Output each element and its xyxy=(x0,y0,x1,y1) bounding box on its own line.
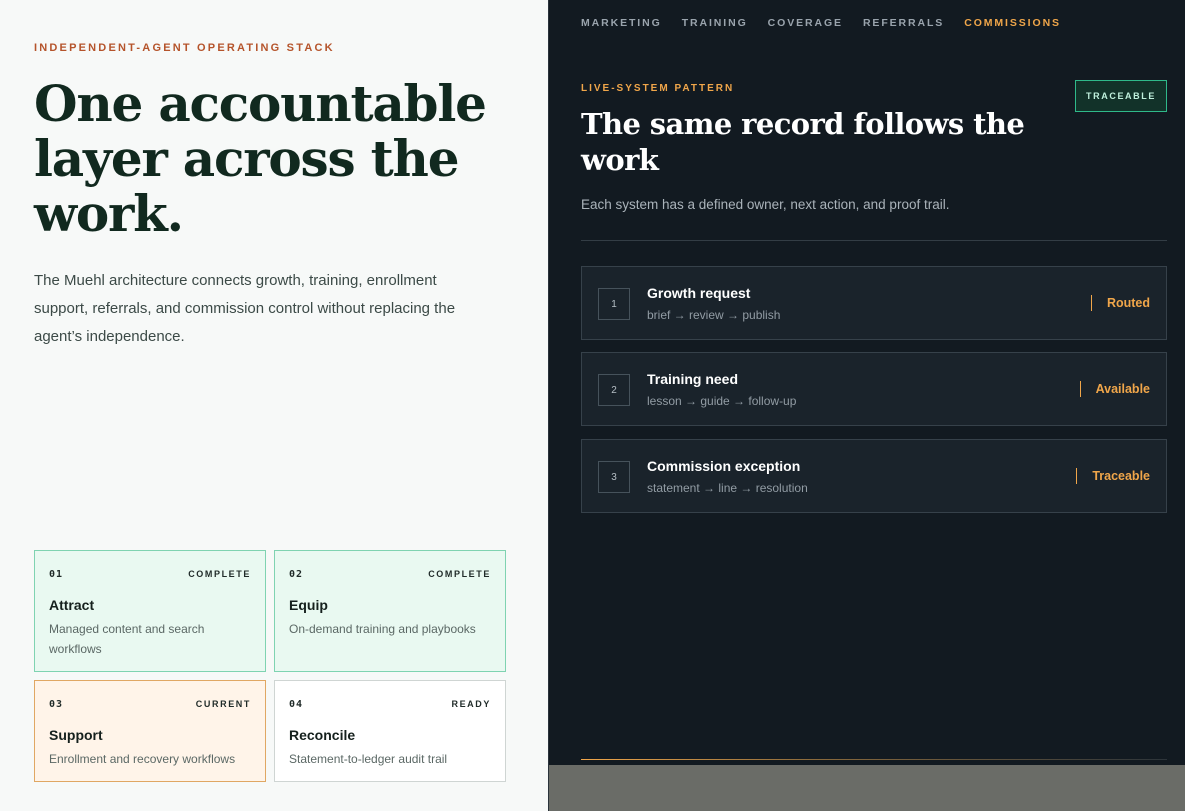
stage-description: Managed content and search workflows xyxy=(49,622,205,656)
system-row-growth[interactable]: 1 Growth request brief → review → publis… xyxy=(581,266,1167,340)
stage-title: Reconcile xyxy=(289,727,356,743)
stage-card-reconcile[interactable]: 04 READY Reconcile Statement-to-ledger a… xyxy=(274,680,506,782)
left-panel: INDEPENDENT-AGENT OPERATING STACK One ac… xyxy=(0,0,548,811)
stage-status: COMPLETE xyxy=(188,569,251,579)
stage-status: COMPLETE xyxy=(428,569,491,579)
right-panel: MARKETING TRAINING COVERAGE REFERRALS CO… xyxy=(548,0,1185,811)
top-nav: MARKETING TRAINING COVERAGE REFERRALS CO… xyxy=(581,17,1081,29)
system-row-training[interactable]: 2 Training need lesson → guide → follow-… xyxy=(581,352,1167,426)
footer-band xyxy=(549,765,1185,811)
stage-number: 01 xyxy=(49,568,64,580)
nav-item-commissions[interactable]: COMMISSIONS xyxy=(964,17,1061,29)
divider xyxy=(581,240,1167,241)
section-subtitle: Each system has a defined owner, next ac… xyxy=(581,197,950,212)
nav-item-marketing[interactable]: MARKETING xyxy=(581,17,662,29)
section-eyebrow: LIVE-SYSTEM PATTERN xyxy=(581,83,735,94)
eyebrow: INDEPENDENT-AGENT OPERATING STACK xyxy=(34,42,335,54)
stage-number: 02 xyxy=(289,568,304,580)
row-status: Traceable xyxy=(1076,468,1150,484)
row-status: Routed xyxy=(1090,295,1150,311)
stage-description: Enrollment and recovery workflows xyxy=(49,752,236,766)
nav-item-coverage[interactable]: COVERAGE xyxy=(768,17,843,29)
stage-title: Equip xyxy=(289,597,328,613)
row-title: Growth request xyxy=(647,285,751,301)
stage-card-attract[interactable]: 01 COMPLETE Attract Managed content and … xyxy=(34,550,266,672)
lede-paragraph: The Muehl architecture connects growth, … xyxy=(34,272,456,345)
progress-rule xyxy=(581,759,1167,760)
stage-status: CURRENT xyxy=(195,699,251,709)
stage-number: 03 xyxy=(49,698,64,710)
stage-number: 04 xyxy=(289,698,304,710)
nav-item-training[interactable]: TRAINING xyxy=(682,17,748,29)
row-title: Commission exception xyxy=(647,458,801,474)
row-title: Training need xyxy=(647,371,739,387)
stage-card-support[interactable]: 03 CURRENT Support Enrollment and recove… xyxy=(34,680,266,782)
stage-card-equip[interactable]: 02 COMPLETE Equip On-demand training and… xyxy=(274,550,506,672)
system-row-commission[interactable]: 3 Commission exception statement → line … xyxy=(581,439,1167,513)
stage-status: READY xyxy=(451,699,491,709)
stage-description: On-demand training and playbooks xyxy=(289,622,476,636)
page-headline: One accountable layer across the work. xyxy=(34,74,487,243)
row-number: 3 xyxy=(598,461,630,493)
row-number: 1 xyxy=(598,288,630,320)
traceable-badge: TRACEABLE xyxy=(1075,80,1167,112)
row-path: statement → line → resolution xyxy=(647,481,808,495)
row-number: 2 xyxy=(598,374,630,406)
stage-description: Statement-to-ledger audit trail xyxy=(289,752,448,766)
row-path: brief → review → publish xyxy=(647,308,781,322)
nav-item-referrals[interactable]: REFERRALS xyxy=(863,17,944,29)
section-title: The same record follows the work xyxy=(581,107,1025,177)
row-path: lesson → guide → follow-up xyxy=(647,394,797,408)
row-status: Available xyxy=(1079,381,1150,397)
stage-title: Attract xyxy=(49,597,95,613)
stage-title: Support xyxy=(49,727,103,743)
